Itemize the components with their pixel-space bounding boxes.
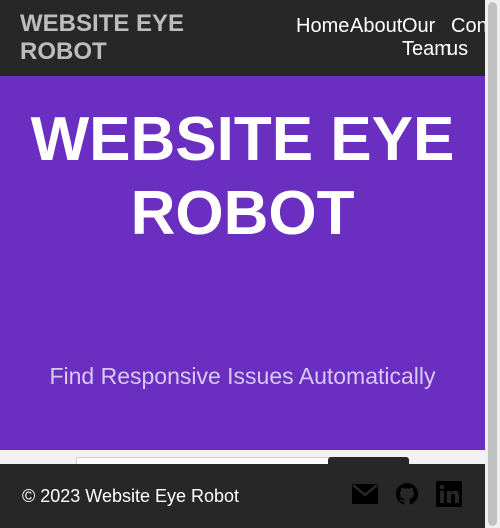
site-header: WEBSITE EYE ROBOT Home About Our Team us…: [0, 0, 485, 76]
page-viewport: WEBSITE EYE ROBOT Home About Our Team us…: [0, 0, 485, 528]
brand-logo-text[interactable]: WEBSITE EYE ROBOT: [20, 10, 220, 66]
main-nav: Home About Our Team us Con: [296, 14, 485, 64]
linkedin-icon[interactable]: [435, 480, 463, 508]
vertical-scrollbar[interactable]: [485, 0, 500, 528]
hero-title: WEBSITE EYE ROBOT: [30, 105, 455, 248]
nav-link-home[interactable]: Home: [296, 14, 349, 38]
github-icon[interactable]: [393, 480, 421, 508]
copyright-text: © 2023 Website Eye Robot: [22, 486, 240, 506]
site-footer: © 2023 Website Eye Robot: [0, 464, 485, 528]
nav-link-contact-line2[interactable]: us: [447, 37, 468, 61]
scrollbar-thumb[interactable]: [488, 2, 497, 526]
hero-subtitle: Find Responsive Issues Automatically: [49, 363, 436, 389]
nav-link-about[interactable]: About: [350, 14, 402, 38]
nav-link-contact[interactable]: Con: [451, 14, 485, 38]
nav-link-our-team-line2[interactable]: Team: [402, 37, 451, 61]
mail-icon[interactable]: [351, 480, 379, 508]
hero-section: WEBSITE EYE ROBOT Find Responsive Issues…: [0, 76, 485, 450]
nav-link-our-team[interactable]: Our: [402, 14, 435, 38]
